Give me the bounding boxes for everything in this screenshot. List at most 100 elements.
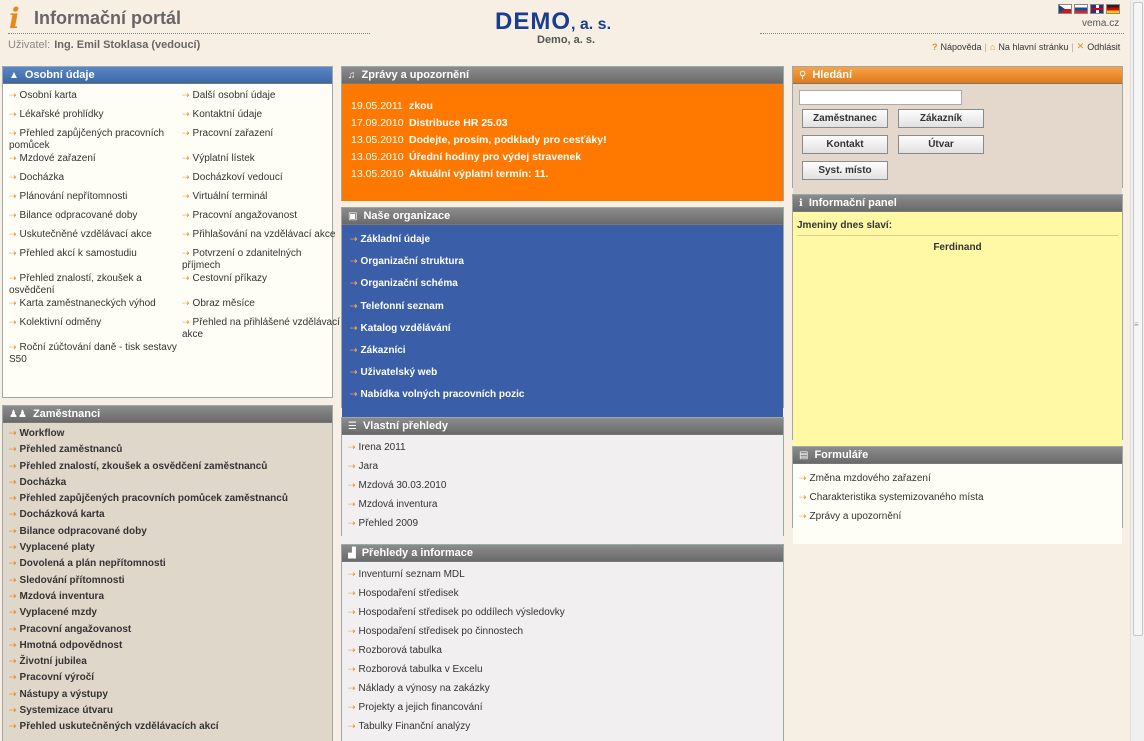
osobni-item[interactable]: ⇢ Kontaktní údaje bbox=[180, 108, 340, 127]
search-unit-button[interactable]: Útvar bbox=[898, 135, 984, 154]
search-contact-button[interactable]: Kontakt bbox=[802, 135, 888, 154]
osobni-item[interactable]: ⇢ Uskutečněné vzdělávací akce bbox=[7, 228, 177, 247]
formulare-item[interactable]: ⇢ Změna mzdového zařazení bbox=[793, 470, 1122, 489]
zamestnanci-item[interactable]: ⇢ Přehled zapůjčených pracovních pomůcek … bbox=[3, 490, 332, 506]
vlastni-item[interactable]: ⇢ Mzdová 30.03.2010 bbox=[342, 477, 783, 496]
osobni-item[interactable]: ⇢ Kolektivní odměny bbox=[7, 316, 177, 341]
osobni-item[interactable]: ⇢ Bilance odpracované doby bbox=[7, 209, 177, 228]
formulare-item[interactable]: ⇢ Zprávy a upozornění bbox=[793, 508, 1122, 527]
flag-sk-icon[interactable] bbox=[1074, 4, 1088, 14]
osobni-item[interactable]: ⇢ Přihlašování na vzdělávací akce bbox=[180, 228, 340, 247]
page-scrollbar[interactable]: ≡ bbox=[1130, 0, 1144, 741]
zamestnanci-item[interactable]: ⇢ Vyplacené platy bbox=[3, 539, 332, 555]
vlastni-item[interactable]: ⇢ Mzdová inventura bbox=[342, 496, 783, 515]
zamestnanci-item[interactable]: ⇢ Systemizace útvaru bbox=[3, 702, 332, 718]
osobni-item[interactable]: ⇢ Obraz měsíce bbox=[180, 297, 340, 316]
osobni-item[interactable]: ⇢ Plánování nepřítomnosti bbox=[7, 190, 177, 209]
osobni-item[interactable]: ⇢ Pracovní zařazení bbox=[180, 127, 340, 152]
prehledy-item[interactable]: ⇢ Rozborová tabulka v Excelu bbox=[342, 661, 783, 680]
organizace-item[interactable]: ⇢ Nabídka volných pracovních pozic bbox=[342, 386, 783, 408]
osobni-item[interactable]: ⇢ Potvrzení o zdanitelných příjmech bbox=[180, 247, 340, 272]
arrow-icon: ⇢ bbox=[182, 273, 190, 283]
site-link[interactable]: vema.cz bbox=[1082, 18, 1119, 29]
organizace-item[interactable]: ⇢ Telefonní seznam bbox=[342, 298, 783, 320]
vlastni-item[interactable]: ⇢ Irena 2011 bbox=[342, 439, 783, 458]
zamestnanci-item[interactable]: ⇢ Životní jubilea bbox=[3, 653, 332, 669]
message-row[interactable]: 17.09.2010 Distribuce HR 25.03 bbox=[351, 115, 783, 132]
osobni-item[interactable]: ⇢ Osobní karta bbox=[7, 89, 177, 108]
organizace-item[interactable]: ⇢ Základní údaje bbox=[342, 231, 783, 253]
zamestnanci-item[interactable]: ⇢ Vyplacené mzdy bbox=[3, 604, 332, 620]
osobni-item[interactable]: ⇢ Přehled zapůjčených pracovních pomůcek bbox=[7, 127, 177, 152]
organizace-item[interactable]: ⇢ Zákazníci bbox=[342, 342, 783, 364]
zamestnanci-item[interactable]: ⇢ Dovolená a plán nepřítomnosti bbox=[3, 555, 332, 571]
zamestnanci-item[interactable]: ⇢ Docházka bbox=[3, 474, 332, 490]
zamestnanci-item[interactable]: ⇢ Přehled uskutečněných vzdělávacích akcí bbox=[3, 718, 332, 734]
osobni-item[interactable]: ⇢ Docházka bbox=[7, 171, 177, 190]
organizace-item[interactable]: ⇢ Katalog vzdělávání bbox=[342, 320, 783, 342]
osobni-item[interactable]: ⇢ Přehled na přihlášené vzdělávací akce bbox=[180, 316, 340, 341]
user-info: Uživatel: Ing. Emil Stoklasa (vedoucí) bbox=[8, 39, 200, 51]
link-label: Projekty a jejich financování bbox=[358, 702, 483, 713]
osobni-item[interactable]: ⇢ Docházkoví vedoucí bbox=[180, 171, 340, 190]
home-link[interactable]: Na hlavní stránku bbox=[998, 42, 1068, 52]
link-label: Další osobní údaje bbox=[192, 90, 276, 101]
flag-cz-icon[interactable] bbox=[1058, 4, 1072, 14]
hledani-panel: ⚲ Hledání Zaměstnanec Zákazník Kontakt Út… bbox=[792, 66, 1123, 204]
osobni-item[interactable]: ⇢ Výplatní lístek bbox=[180, 152, 340, 171]
search-customer-button[interactable]: Zákazník bbox=[898, 109, 984, 128]
prehledy-item[interactable]: ⇢ Hospodaření středisek bbox=[342, 585, 783, 604]
zamestnanci-item[interactable]: ⇢ Nástupy a výstupy bbox=[3, 686, 332, 702]
message-row[interactable]: 19.05.2011 zkou bbox=[351, 98, 783, 115]
osobni-item[interactable]: ⇢ Další osobní údaje bbox=[180, 89, 340, 108]
osobni-item[interactable]: ⇢ Přehled znalostí, zkoušek a osvědčení bbox=[7, 272, 177, 297]
zamestnanci-item[interactable]: ⇢ Docházková karta bbox=[3, 506, 332, 522]
zamestnanci-item[interactable]: ⇢ Workflow bbox=[3, 425, 332, 441]
search-employee-button[interactable]: Zaměstnanec bbox=[802, 109, 888, 128]
help-link[interactable]: Nápověda bbox=[941, 42, 982, 52]
osobni-item[interactable]: ⇢ Pracovní angažovanost bbox=[180, 209, 340, 228]
search-input[interactable] bbox=[799, 90, 962, 105]
formulare-item[interactable]: ⇢ Charakteristika systemizovaného místa bbox=[793, 489, 1122, 508]
osobni-item[interactable]: ⇢ Karta zaměstnaneckých výhod bbox=[7, 297, 177, 316]
osobni-item[interactable]: ⇢ Mzdové zařazení bbox=[7, 152, 177, 171]
zamestnanci-item[interactable]: ⇢ Přehled znalostí, zkoušek a osvědčení z… bbox=[3, 458, 332, 474]
prehledy-item[interactable]: ⇢ Náklady a výnosy na zakázky bbox=[342, 680, 783, 699]
zamestnanci-item[interactable]: ⇢ Pracovní angažovanost bbox=[3, 621, 332, 637]
message-row[interactable]: 13.05.2010 Úřední hodiny pro výdej strave… bbox=[351, 149, 783, 166]
osobni-item[interactable]: ⇢ Virtuální terminál bbox=[180, 190, 340, 209]
scrollbar-grip-icon: ≡ bbox=[1134, 320, 1139, 329]
message-row[interactable]: 13.05.2010 Aktuální výplatní termín: 11. bbox=[351, 166, 783, 183]
zamestnanci-item[interactable]: ⇢ Mzdová inventura bbox=[3, 588, 332, 604]
flag-de-icon[interactable] bbox=[1106, 4, 1120, 14]
vlastni-item[interactable]: ⇢ Přehled 2009 bbox=[342, 515, 783, 534]
scrollbar-thumb[interactable] bbox=[1133, 2, 1143, 636]
flag-en-icon[interactable] bbox=[1090, 4, 1104, 14]
organizace-item[interactable]: ⇢ Uživatelský web bbox=[342, 364, 783, 386]
prehledy-item[interactable]: ⇢ Hospodaření středisek po oddílech výsle… bbox=[342, 604, 783, 623]
company-name: Demo, a. s. bbox=[537, 34, 596, 46]
prehledy-item[interactable]: ⇢ Hospodaření středisek po činnostech bbox=[342, 623, 783, 642]
prehledy-item[interactable]: ⇢ Rozborová tabulka bbox=[342, 642, 783, 661]
osobni-item[interactable] bbox=[180, 341, 340, 366]
prehledy-item[interactable]: ⇢ Tabulky Finanční analýzy bbox=[342, 718, 783, 737]
zamestnanci-item[interactable]: ⇢ Sledování přítomnosti bbox=[3, 572, 332, 588]
zamestnanci-item[interactable]: ⇢ Bilance odpracované doby bbox=[3, 523, 332, 539]
zamestnanci-item[interactable]: ⇢ Přehled zaměstnanců bbox=[3, 441, 332, 457]
zamestnanci-item[interactable]: ⇢ Hmotná odpovědnost bbox=[3, 637, 332, 653]
zamestnanci-item[interactable]: ⇢ Pracovní výročí bbox=[3, 669, 332, 685]
osobni-item[interactable]: ⇢ Cestovní příkazy bbox=[180, 272, 340, 297]
message-row[interactable]: 13.05.2010 Dodejte, prosím, podklady pro … bbox=[351, 132, 783, 149]
logout-link[interactable]: Odhlásit bbox=[1087, 42, 1120, 52]
arrow-icon: ⇢ bbox=[9, 273, 17, 283]
osobni-item[interactable]: ⇢ Přehled akcí k samostudiu bbox=[7, 247, 177, 272]
organizace-item[interactable]: ⇢ Organizační struktura bbox=[342, 253, 783, 275]
search-position-button[interactable]: Syst. místo bbox=[802, 161, 888, 180]
prehledy-item[interactable]: ⇢ Inventurní seznam MDL bbox=[342, 566, 783, 585]
vlastni-item[interactable]: ⇢ Jara bbox=[342, 458, 783, 477]
message-date: 17.09.2010 bbox=[351, 117, 404, 129]
organizace-item[interactable]: ⇢ Organizační schéma bbox=[342, 275, 783, 297]
prehledy-item[interactable]: ⇢ Projekty a jejich financování bbox=[342, 699, 783, 718]
osobni-item[interactable]: ⇢ Lékařské prohlídky bbox=[7, 108, 177, 127]
osobni-item[interactable]: ⇢ Roční zúčtování daně - tisk sestavy S50 bbox=[7, 341, 177, 366]
